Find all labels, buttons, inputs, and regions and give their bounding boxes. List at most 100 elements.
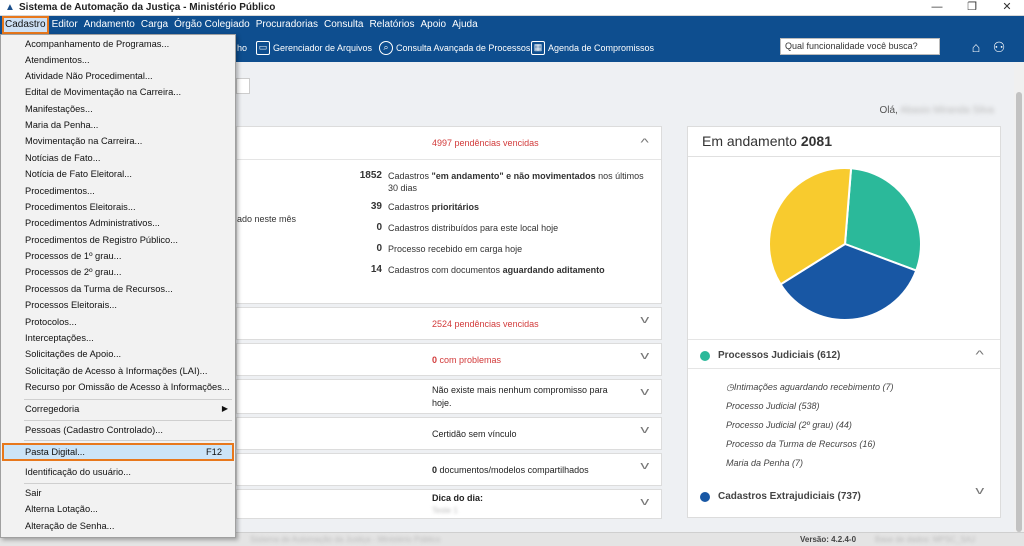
menu-item[interactable]: Movimentação na Carreira... [2,133,234,149]
schedule-button[interactable]: ▦ Agenda de Compromissos [531,38,654,58]
menu-item[interactable]: Procedimentos Eleitorais... [2,199,234,215]
file-manager-button[interactable]: ▭ Gerenciador de Arquivos [256,38,372,58]
stat-number: 0 [376,243,382,254]
menu-item[interactable]: Processos Eleitorais... [2,297,234,313]
chevron-down-icon[interactable]: v [640,350,649,362]
menu-separator [24,420,232,421]
panel-6[interactable]: 0 documentos/modelos compartilhados v [236,453,662,486]
menu-item-pasta-digital[interactable]: Pasta Digital... F12 [2,443,234,461]
menu-item[interactable]: Procedimentos... [2,183,234,199]
users-icon[interactable]: ⚇ [991,39,1007,55]
panel-6-text: documentos/modelos compartilhados [437,465,589,475]
menu-consulta[interactable]: Consulta [321,16,366,34]
window-title: Sistema de Automação da Justiça - Minist… [19,2,276,13]
menu-item[interactable]: Atendimentos... [2,52,234,68]
group-count: (737) [837,491,861,502]
feature-search-input[interactable]: Qual funcionalidade você busca? [780,38,940,55]
advanced-search-button[interactable]: ⌕ Consulta Avançada de Processos [379,38,530,58]
menu-item[interactable]: Notícias de Fato... [2,150,234,166]
menu-item-sair[interactable]: Sair [2,485,234,501]
menu-item[interactable]: Processos de 1º grau... [2,248,234,264]
menu-cadastro[interactable]: Cadastro [2,16,49,34]
group-item[interactable]: Maria da Penha (7) [726,458,803,468]
menu-item-alteracao-senha[interactable]: Alteração de Senha... [2,518,234,534]
chevron-down-icon[interactable]: v [640,460,649,472]
menu-item-alterna-lotacao[interactable]: Alterna Lotação... [2,501,234,517]
chevron-down-icon[interactable]: v [640,314,649,326]
greeting: Olá, Abasio Miranda Silva [879,105,994,116]
panel-tip[interactable]: Dica do dia: Teste 1 v [236,489,662,519]
chevron-up-icon[interactable]: ^ [640,137,648,149]
group-item[interactable]: Processo Judicial (2º grau) (44) [726,420,852,430]
menu-item-identificacao[interactable]: Identificação do usuário... [2,464,234,480]
menu-item[interactable]: Procedimentos Administrativos... [2,215,234,231]
menu-ajuda[interactable]: Ajuda [449,16,481,34]
chevron-down-icon[interactable]: v [640,424,649,436]
menu-item[interactable]: Maria da Penha... [2,117,234,133]
close-button[interactable]: ✕ [990,0,1024,16]
group-item[interactable]: Processo Judicial (538) [726,401,820,411]
chevron-up-icon[interactable]: ^ [975,349,983,361]
menu-item-pessoas[interactable]: Pessoas (Cadastro Controlado)... [2,422,234,438]
in-progress-total: 2081 [800,133,832,149]
panel-4[interactable]: Não existe mais nenhum compromisso para … [236,379,662,414]
stat-row[interactable]: 0 Cadastros distribuídos para este local… [340,222,648,234]
menu-editor[interactable]: Editor [49,16,81,34]
chevron-down-icon[interactable]: v [640,386,649,398]
menu-separator [24,440,232,441]
divider [688,368,1000,369]
panel-2[interactable]: 2524 pendências vencidas v [236,307,662,340]
filter-input[interactable] [236,78,250,94]
menu-carga[interactable]: Carga [138,16,171,34]
stat-row[interactable]: 1852 Cadastros "em andamento" e não movi… [340,170,648,194]
panel-header[interactable]: 4997 pendências vencidas ^ [237,127,661,160]
chevron-down-icon[interactable]: v [640,496,649,508]
group-cadastros-extrajudiciais[interactable]: Cadastros Extrajudiciais (737) [700,491,861,502]
maximize-button[interactable]: ❐ [955,0,989,16]
group-processos-judiciais[interactable]: Processos Judiciais (612) [700,350,840,361]
panel-5[interactable]: Certidão sem vínculo v [236,417,662,450]
stat-bold: aguardando aditamento [502,265,605,275]
menu-item[interactable]: Procedimentos de Registro Público... [2,232,234,248]
version-label: Versão: 4.2.4-0 [800,535,857,544]
menu-item[interactable]: Recurso por Omissão de Acesso à Informaç… [2,379,234,395]
scrollbar-thumb[interactable] [1016,92,1022,532]
menu-item-corregedoria[interactable]: Corregedoria ▶ [2,401,234,417]
menu-andamento[interactable]: Andamento [81,16,138,34]
chevron-down-icon[interactable]: v [975,485,984,497]
menu-item[interactable]: Solicitação de Acesso à Informações (LAI… [2,363,234,379]
submenu-arrow-icon: ▶ [221,404,228,413]
menu-item[interactable]: Acompanhamento de Programas... [2,36,234,52]
menu-apoio[interactable]: Apoio [417,16,449,34]
status-left: Sistema de Automação da Justiça - Minist… [250,535,441,544]
group-label: Cadastros Extrajudiciais [718,491,835,502]
toolbar-partial-item[interactable]: ho [237,38,247,58]
menu-item[interactable]: Interceptações... [2,330,234,346]
scrollbar[interactable] [1014,62,1024,532]
menu-item[interactable]: Protocolos... [2,314,234,330]
menu-item[interactable]: Processos da Turma de Recursos... [2,281,234,297]
menu-item[interactable]: Solicitações de Apoio... [2,346,234,362]
panel-3[interactable]: 0 com problemas v [236,343,662,376]
menu-item[interactable]: Edital de Movimentação na Carreira... [2,84,234,100]
menu-relatorios[interactable]: Relatórios [366,16,417,34]
menu-item[interactable]: Atividade Não Procedimental... [2,68,234,84]
group-item[interactable]: Processo da Turma de Recursos (16) [726,439,875,449]
home-icon[interactable]: ⌂ [968,39,984,55]
stat-row[interactable]: 14 Cadastros com documentos aguardando a… [340,264,648,276]
menu-item[interactable]: Processos de 2º grau... [2,264,234,280]
menu-item[interactable]: Notícia de Fato Eleitoral... [2,166,234,182]
divider [688,339,1000,340]
stat-text: Cadastros com documentos [388,265,503,275]
stat-number: 39 [370,201,382,212]
menu-item[interactable]: Manifestações... [2,101,234,117]
minimize-button[interactable]: — [920,0,954,16]
menu-orgao-colegiado[interactable]: Órgão Colegiado [171,16,253,34]
magnifier-icon: ⌕ [379,41,393,55]
group-item[interactable]: ◷Intimações aguardando recebimento (7) [726,382,893,393]
panel-3-text: com problemas [437,355,502,365]
menu-procuradorias[interactable]: Procuradorias [253,16,321,34]
stat-row[interactable]: 39 Cadastros prioritários [340,201,648,213]
greeting-label: Olá, [879,105,898,116]
stat-row[interactable]: 0 Processo recebido em carga hoje [340,243,648,255]
